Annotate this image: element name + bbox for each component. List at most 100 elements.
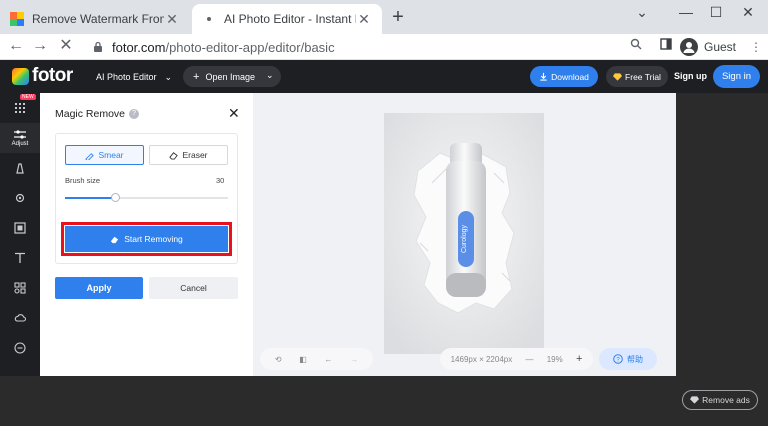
eraser-mode-button[interactable]: Eraser bbox=[149, 145, 228, 165]
remove-ads-button[interactable]: Remove ads bbox=[682, 390, 758, 410]
history-toolbar: ⟲ ◧ ← → bbox=[260, 348, 373, 370]
avatar-icon bbox=[680, 38, 698, 56]
rail-text[interactable] bbox=[0, 243, 40, 273]
more-icon bbox=[14, 342, 26, 354]
slider-fill bbox=[65, 197, 116, 199]
app-header: fotor AI Photo Editor ⌄ + Open Image ⌄ D… bbox=[0, 60, 768, 93]
free-trial-button[interactable]: Free Trial bbox=[606, 66, 668, 87]
cancel-button[interactable]: Cancel bbox=[149, 277, 238, 299]
rail-beauty[interactable] bbox=[0, 153, 40, 183]
tab-close-icon[interactable]: ✕ bbox=[164, 11, 180, 28]
product-label-text: Curology bbox=[461, 224, 468, 253]
new-tab-button[interactable]: + bbox=[388, 7, 408, 28]
brush-size-slider[interactable] bbox=[65, 193, 228, 202]
panel-title-text: Magic Remove bbox=[55, 108, 126, 120]
side-panel-icon[interactable] bbox=[656, 37, 676, 57]
magic-remove-panel: Magic Remove ? ✕ Smear Eraser Brush size… bbox=[40, 93, 253, 376]
start-removing-button[interactable]: Start Removing bbox=[65, 226, 228, 252]
rail-adjust[interactable]: Adjust bbox=[0, 123, 40, 153]
fotor-logo-mark-icon bbox=[12, 67, 29, 85]
ai-photo-editor-menu[interactable]: AI Photo Editor ⌄ bbox=[96, 68, 172, 86]
beauty-icon bbox=[16, 163, 24, 174]
fotor-favicon-icon bbox=[10, 12, 24, 26]
ad-area: Remove ads bbox=[0, 376, 768, 426]
rail-frames[interactable] bbox=[0, 213, 40, 243]
rail-more[interactable] bbox=[0, 333, 40, 363]
tab-ai-photo-editor[interactable]: AI Photo Editor - Instant Photo E ✕ bbox=[192, 4, 382, 34]
smear-mode-button[interactable]: Smear bbox=[65, 145, 144, 165]
frame-icon bbox=[14, 222, 26, 234]
open-image-button[interactable]: + Open Image ⌄ bbox=[183, 66, 281, 87]
zoom-out-button[interactable]: — bbox=[525, 355, 533, 364]
brush-size-value: 30 bbox=[216, 176, 225, 185]
brush-size-label: Brush size bbox=[65, 176, 101, 185]
sign-up-link[interactable]: Sign up bbox=[674, 71, 707, 81]
apps-grid-icon bbox=[15, 103, 25, 113]
profile-label: Guest bbox=[704, 40, 737, 54]
brush-settings-box: Smear Eraser Brush size 30 Start Removin… bbox=[55, 133, 238, 264]
eraser-icon bbox=[169, 151, 179, 160]
text-icon bbox=[15, 252, 25, 263]
rail-elements[interactable] bbox=[0, 273, 40, 303]
history-icon[interactable]: ⟲ bbox=[275, 355, 282, 364]
close-window-button[interactable]: ✕ bbox=[728, 2, 768, 28]
browser-toolbar: ← → ✕ fotor.com/photo-editor-app/editor/… bbox=[0, 34, 768, 60]
redo-icon[interactable]: → bbox=[350, 355, 358, 364]
profile-button[interactable]: Guest ⋮ bbox=[680, 36, 762, 58]
open-image-label: Open Image bbox=[205, 71, 255, 82]
chevron-down-icon[interactable]: ⌄ bbox=[266, 70, 274, 81]
tab-title: AI Photo Editor - Instant Photo E bbox=[224, 12, 356, 26]
forward-arrow-icon[interactable]: → bbox=[30, 37, 50, 57]
rail-apps[interactable]: NEW bbox=[0, 93, 40, 123]
download-icon bbox=[540, 72, 547, 81]
zoom-level: 19% bbox=[546, 354, 563, 364]
bottle-splash-image: Curology bbox=[384, 113, 544, 354]
editor-canvas[interactable]: Curology ⟲ ◧ ← → 1469px × 2204px — 19% +… bbox=[253, 93, 676, 376]
help-label: 帮助 bbox=[627, 354, 643, 364]
diamond-icon bbox=[690, 396, 700, 404]
zoom-in-button[interactable]: + bbox=[576, 353, 582, 365]
adjust-label: Adjust bbox=[11, 140, 29, 147]
zoom-toolbar: 1469px × 2204px — 19% + bbox=[440, 348, 593, 370]
product-photo[interactable]: Curology bbox=[384, 113, 544, 354]
undo-icon[interactable]: ← bbox=[324, 355, 332, 364]
help-icon[interactable]: ? bbox=[129, 109, 140, 119]
effects-icon bbox=[15, 193, 25, 203]
browser-tab-strip: Remove Watermark From Photo ✕ AI Photo E… bbox=[0, 0, 768, 34]
close-icon[interactable]: ✕ bbox=[228, 105, 240, 122]
panel-title: Magic Remove ? bbox=[55, 108, 140, 120]
eraser-icon bbox=[111, 236, 119, 243]
tool-rail: NEW Adjust bbox=[0, 93, 40, 376]
help-button[interactable]: ? 帮助 bbox=[599, 348, 657, 370]
url-path: /photo-editor-app/editor/basic bbox=[165, 39, 335, 55]
zoom-search-icon[interactable] bbox=[626, 37, 646, 57]
diamond-icon bbox=[613, 72, 623, 81]
download-button[interactable]: Download bbox=[530, 66, 598, 87]
ai-photo-editor-label: AI Photo Editor bbox=[96, 72, 157, 82]
question-icon: ? bbox=[613, 354, 623, 364]
sliders-icon bbox=[14, 129, 26, 139]
sign-in-button[interactable]: Sign in bbox=[713, 65, 760, 88]
fotor-logo[interactable]: fotor bbox=[12, 65, 73, 86]
slider-knob[interactable] bbox=[111, 193, 121, 202]
compare-icon[interactable]: ◧ bbox=[299, 355, 307, 364]
eraser-label: Eraser bbox=[182, 150, 208, 160]
download-label: Download bbox=[551, 71, 589, 82]
back-arrow-icon[interactable]: ← bbox=[6, 37, 26, 57]
rail-effects[interactable] bbox=[0, 183, 40, 213]
address-bar[interactable]: fotor.com/photo-editor-app/editor/basic bbox=[86, 36, 654, 58]
tab-close-icon[interactable]: ✕ bbox=[356, 11, 372, 28]
apply-button[interactable]: Apply bbox=[55, 277, 143, 299]
tab-remove-watermark[interactable]: Remove Watermark From Photo ✕ bbox=[0, 4, 190, 34]
plus-icon: + bbox=[193, 70, 200, 83]
image-dimensions: 1469px × 2204px bbox=[450, 354, 513, 364]
url-host: fotor.com bbox=[112, 39, 166, 55]
cloud-icon bbox=[14, 314, 26, 322]
kebab-menu-icon[interactable]: ⋮ bbox=[750, 40, 762, 54]
logo-text: fotor bbox=[32, 65, 73, 86]
stop-loading-icon[interactable]: ✕ bbox=[56, 37, 76, 57]
loading-favicon-icon bbox=[202, 12, 216, 26]
new-badge: NEW bbox=[20, 94, 36, 100]
rail-cloud[interactable] bbox=[0, 303, 40, 333]
tab-search-chevron-icon[interactable]: ⌄ bbox=[622, 2, 662, 28]
